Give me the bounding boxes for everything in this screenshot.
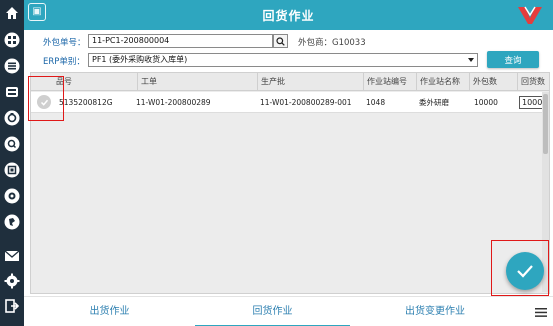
col-header-return-qty: 回货数 [517,73,549,91]
nav-rail [0,0,24,326]
cell-item-no: 5135200812G [59,98,113,107]
col-header-work-order: 工单 [137,73,257,91]
col-header-batch: 生产批 [257,73,363,91]
supplier-order-input[interactable]: 11-PC1-200800004 [88,34,273,48]
erp-type-value: PF1 (委外采购收货入库单) [92,55,188,64]
checkmark-icon [517,265,533,278]
list-icon[interactable] [2,56,22,76]
erp-type-label: ERP单别： [43,57,85,67]
globe-icon[interactable] [2,212,22,232]
search-button[interactable] [273,34,288,48]
filter-form: 外包单号： 11-PC1-200800004 外包商：G10033 ERP单别：… [24,30,553,72]
grid-icon[interactable] [2,30,22,50]
tab-shipping-change[interactable]: 出货变更作业 [350,297,520,326]
table-row[interactable]: 5135200812G 11-W01-200800289 11-W01-2008… [31,92,549,113]
layers-icon[interactable] [2,160,22,180]
cell-work-order: 11-W01-200800289 [136,98,211,107]
tab-shipping[interactable]: 出货作业 [24,297,195,326]
database-icon[interactable] [2,82,22,102]
annotation-box-row-select [28,76,64,121]
cell-station-name: 委外研磨 [419,98,449,107]
tab-returns[interactable]: 回货作业 [195,297,350,326]
cell-batch: 11-W01-200800289-001 [260,98,352,107]
col-header-outsource-qty: 外包数 [469,73,517,91]
supplier-label: 外包商：G10033 [298,38,366,48]
confirm-button[interactable] [506,252,544,290]
gear-icon[interactable] [2,271,22,291]
mail-icon[interactable] [2,246,22,266]
app-header: ▣ 回货作业 [24,0,553,30]
cell-outsource-qty: 10000 [474,98,498,107]
scrollbar-thumb[interactable] [543,94,548,154]
supplier-order-label: 外包单号： [43,38,86,48]
search-cycle-icon[interactable] [2,134,22,154]
grid-header: 品号 工单 生产批 作业站编号 作业站名称 外包数 回货数 [31,73,549,91]
menu-icon[interactable] [535,308,547,317]
brand-logo-icon [518,6,542,24]
bottom-tab-bar: 出货作业 回货作业 出货变更作业 [24,296,553,326]
search-icon [276,36,285,46]
page-title: 回货作业 [262,9,315,23]
col-header-station-no: 作业站编号 [363,73,416,91]
query-button[interactable]: 查询 [487,51,539,68]
home-icon[interactable] [2,3,22,23]
cell-station-no: 1048 [366,98,386,107]
refresh-cycle-icon[interactable] [2,108,22,128]
data-grid: 品号 工单 生产批 作业站编号 作业站名称 外包数 回货数 5135200812… [30,72,550,294]
chevron-down-icon [468,58,474,62]
grid-cycle-icon[interactable] [2,186,22,206]
col-header-item-no: 品号 [56,77,72,86]
logout-icon[interactable] [2,296,22,316]
col-header-station-name: 作业站名称 [416,73,469,91]
erp-type-select[interactable]: PF1 (委外采购收货入库单) [88,53,478,67]
